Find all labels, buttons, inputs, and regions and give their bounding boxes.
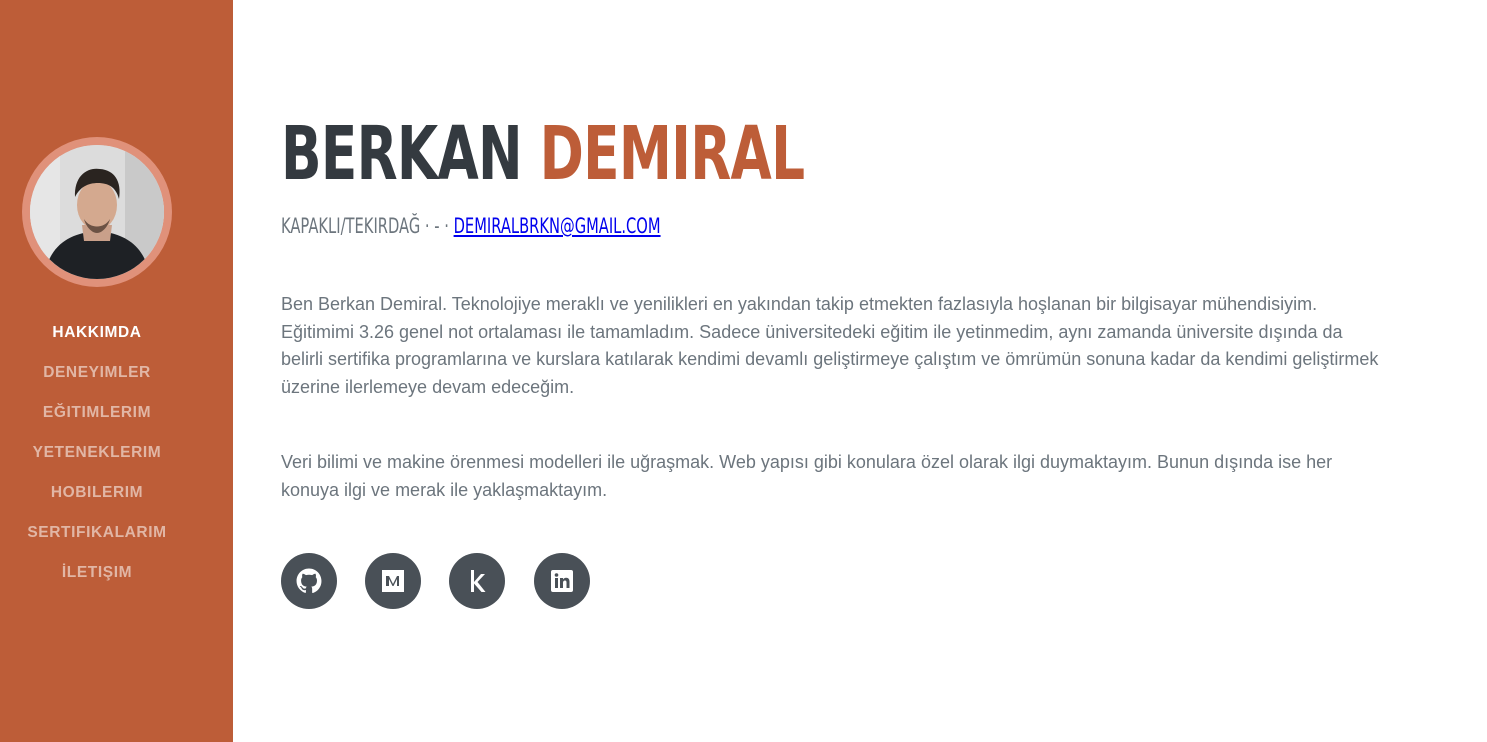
about-paragraph-1: Ben Berkan Demiral. Teknolojiye meraklı …: [281, 294, 1379, 397]
page-title: BERKAN DEMIRAL: [281, 104, 805, 204]
nav-item-iletisim[interactable]: İLETIŞIM: [0, 560, 194, 600]
github-icon: [296, 568, 322, 594]
kaggle-link[interactable]: [449, 553, 505, 609]
kaggle-icon: [471, 570, 486, 592]
avatar-frame: [22, 137, 172, 287]
first-name: BERKAN: [281, 111, 523, 197]
sidebar-nav: HAKKIMDA DENEYIMLER EĞITIMLERIM YETENEKL…: [0, 320, 194, 600]
last-name: DEMIRAL: [539, 111, 805, 197]
avatar[interactable]: [30, 145, 164, 279]
github-link[interactable]: [281, 553, 337, 609]
nav-item-hobilerim[interactable]: HOBILERIM: [0, 480, 194, 520]
nav-item-egitimlerim[interactable]: EĞITIMLERIM: [0, 400, 194, 440]
linkedin-link[interactable]: [534, 553, 590, 609]
nav-item-yeteneklerim[interactable]: YETENEKLERIM: [0, 440, 194, 480]
about-paragraph-2: Veri bilimi ve makine örenmesi modelleri…: [281, 452, 1333, 500]
email-link[interactable]: DEMIRALBRKN@GMAIL.COM: [454, 214, 661, 238]
nav-item-hakkimda[interactable]: HAKKIMDA: [0, 320, 194, 360]
nav-item-deneyimler[interactable]: DENEYIMLER: [0, 360, 194, 400]
medium-link[interactable]: [365, 553, 421, 609]
sidebar: HAKKIMDA DENEYIMLER EĞITIMLERIM YETENEKL…: [0, 0, 233, 742]
nav-item-sertifikalarim[interactable]: SERTIFIKALARIM: [0, 520, 194, 560]
location-text: KAPAKLI/TEKIRDAĞ · - ·: [281, 214, 454, 238]
medium-icon: [382, 570, 404, 592]
avatar-image: [30, 145, 164, 279]
contact-subheading: KAPAKLI/TEKIRDAĞ · - · DEMIRALBRKN@GMAIL…: [281, 210, 661, 242]
linkedin-icon: [551, 570, 573, 592]
